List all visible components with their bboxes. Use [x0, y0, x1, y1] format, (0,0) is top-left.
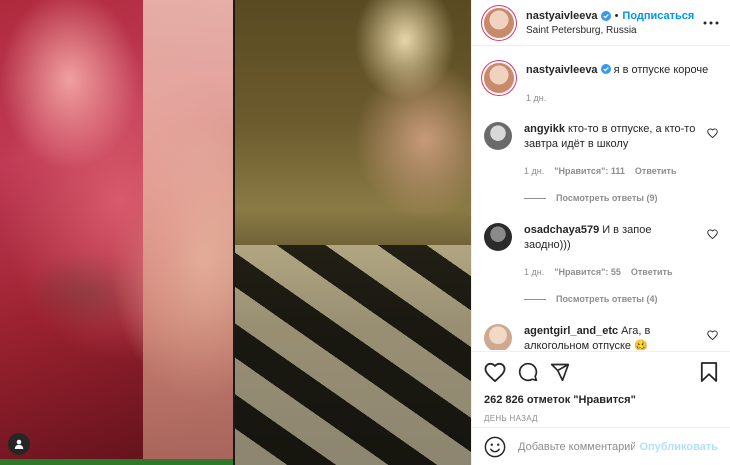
heart-icon[interactable] [707, 128, 718, 141]
verified-icon [600, 64, 611, 79]
comment-item: osadchaya579 И в запое заодно))) 1 дн. "Н… [484, 223, 718, 280]
post-caption: nastyaivleeva я в отпуске короче 1 дн. [484, 47, 718, 106]
commenter-avatar[interactable] [484, 122, 512, 150]
author-username[interactable]: nastyaivleeva [526, 10, 598, 22]
author-avatar[interactable] [484, 7, 514, 38]
post-actions: 262 826 отметок "Нравится" День назад [472, 351, 730, 423]
comment-meta: 1 дн. "Нравится": 111 Ответить [524, 164, 696, 179]
commenter-avatar[interactable] [484, 324, 512, 350]
post-location[interactable]: Saint Petersburg, Russia [526, 25, 702, 36]
photo-left [0, 0, 233, 465]
caption-time[interactable]: 1 дн. [526, 91, 546, 106]
verified-icon [600, 10, 611, 21]
post-sidebar: nastyaivleeva • Подписаться Saint Peters… [471, 0, 730, 465]
caption-meta: 1 дн. [526, 91, 718, 106]
comments-list[interactable]: nastyaivleeva я в отпуске короче 1 дн. an… [472, 47, 730, 350]
header-text: nastyaivleeva • Подписаться Saint Peters… [526, 10, 702, 36]
reply-button[interactable]: Ответить [635, 164, 677, 179]
heart-icon[interactable] [707, 330, 718, 343]
caption-username[interactable]: nastyaivleeva [526, 64, 598, 76]
comment-body: osadchaya579 И в запое заодно))) 1 дн. "Н… [524, 223, 718, 280]
comment-icon[interactable] [518, 362, 538, 382]
view-replies-line [524, 197, 546, 199]
comment-body: angyikk кто-то в отпуске, а кто-то завтра… [524, 122, 718, 179]
comment-item: angyikk кто-то в отпуске, а кто-то завтра… [484, 122, 718, 179]
comment-emoji: 🥴 [634, 340, 648, 350]
view-replies-line [524, 298, 546, 300]
comment-like-count[interactable]: "Нравится": 111 [554, 164, 625, 179]
share-icon[interactable] [550, 362, 570, 382]
bookmark-icon[interactable] [700, 362, 718, 382]
publish-button[interactable]: Опубликовать [639, 441, 718, 453]
emoji-icon[interactable] [484, 436, 506, 458]
comment-input[interactable] [518, 440, 636, 453]
post-time[interactable]: День назад [484, 414, 718, 423]
reply-button[interactable]: Ответить [631, 265, 673, 280]
instagram-post: nastyaivleeva • Подписаться Saint Peters… [0, 0, 730, 465]
photo-right [235, 0, 471, 465]
comment-item: agentgirl_and_etc Ага, в алкогольном отпу… [484, 324, 718, 350]
likes-count[interactable]: 262 826 отметок "Нравится" [484, 394, 718, 406]
comment-body: agentgirl_and_etc Ага, в алкогольном отпу… [524, 324, 718, 350]
action-icons [484, 360, 718, 384]
heart-icon[interactable] [707, 229, 718, 242]
comment-time[interactable]: 1 дн. [524, 164, 544, 179]
caption-avatar[interactable] [484, 63, 514, 93]
view-replies-label: Посмотреть ответы (4) [556, 294, 658, 304]
heart-icon[interactable] [484, 362, 506, 382]
more-options-icon[interactable] [702, 21, 720, 25]
follow-button[interactable]: Подписаться [622, 10, 694, 22]
photo-left-bottom-strip [0, 459, 233, 465]
photo-left-highlight [143, 0, 233, 465]
header-top-row: nastyaivleeva • Подписаться [526, 10, 702, 22]
view-replies-button[interactable]: Посмотреть ответы (4) [524, 294, 718, 304]
comment-username[interactable]: osadchaya579 [524, 224, 599, 236]
comment-username[interactable]: agentgirl_and_etc [524, 325, 618, 337]
post-header: nastyaivleeva • Подписаться Saint Peters… [472, 0, 730, 46]
commenter-avatar[interactable] [484, 223, 512, 251]
caption-body: nastyaivleeva я в отпуске короче 1 дн. [526, 63, 718, 106]
comment-time[interactable]: 1 дн. [524, 265, 544, 280]
comment-meta: 1 дн. "Нравится": 55 Ответить [524, 265, 696, 280]
view-replies-button[interactable]: Посмотреть ответы (9) [524, 193, 718, 203]
photo-right-floor [235, 245, 471, 465]
add-comment-bar: Опубликовать [472, 427, 730, 465]
view-replies-label: Посмотреть ответы (9) [556, 193, 658, 203]
post-media[interactable] [0, 0, 471, 465]
caption-text: я в отпуске короче [613, 64, 709, 76]
comment-like-count[interactable]: "Нравится": 55 [554, 265, 621, 280]
header-separator: • [614, 9, 619, 22]
user-tag-icon[interactable] [8, 433, 30, 455]
comment-username[interactable]: angyikk [524, 123, 565, 135]
